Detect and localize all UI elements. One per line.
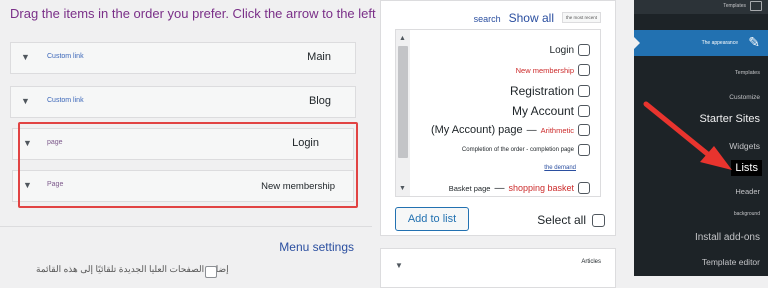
list-item-checkbox[interactable]: [578, 144, 590, 156]
menu-structure-panel: Drag the items in the order you prefer. …: [0, 0, 376, 278]
tab-most-recent[interactable]: the most recent: [561, 12, 601, 23]
scroll-thumb[interactable]: [398, 46, 408, 158]
list-item-extra: Arithmetic: [540, 125, 574, 135]
list-item[interactable]: Registration: [510, 84, 590, 98]
sidebar-item-install-addons[interactable]: Install add-ons: [695, 232, 760, 243]
list-item[interactable]: My Account: [512, 104, 590, 118]
drag-instruction: Drag the items in the order you prefer. …: [10, 6, 376, 21]
list-item-label: Registration: [509, 84, 574, 98]
sidebar-top-label: Templates: [723, 3, 746, 9]
active-caret-icon: [634, 37, 640, 49]
list-item-checkbox[interactable]: [578, 124, 590, 136]
sidebar-item-templates[interactable]: Templates: [735, 70, 760, 76]
select-all-control[interactable]: Select all: [537, 213, 605, 227]
demand-link[interactable]: the demand: [544, 165, 576, 171]
divider: [0, 226, 372, 227]
pages-tabs: search Show all the most recent: [474, 11, 601, 25]
list-item-checkbox[interactable]: [578, 85, 590, 97]
list-item[interactable]: Completion of the order - completion pag…: [462, 144, 590, 156]
folder-icon: [750, 1, 762, 11]
highlight-box: [18, 122, 358, 208]
select-all-checkbox[interactable]: [592, 213, 605, 227]
scroll-down-icon[interactable]: ▼: [399, 185, 406, 192]
select-all-label: Select all: [537, 213, 586, 227]
list-item-checkbox[interactable]: [578, 105, 590, 117]
expand-arrow-icon[interactable]: ▼: [21, 52, 30, 62]
tab-search[interactable]: search: [474, 14, 501, 24]
tab-show-all[interactable]: Show all: [509, 11, 554, 25]
sidebar-item-starter-sites[interactable]: Starter Sites: [699, 113, 760, 125]
list-item[interactable]: (My Account) page — Arithmetic: [431, 124, 590, 136]
list-item[interactable]: New membership: [516, 64, 590, 76]
list-item-separator: —: [526, 124, 537, 136]
scrollbar[interactable]: ▲ ▼: [396, 30, 410, 196]
list-item-extra: shopping basket: [508, 183, 574, 193]
sidebar-item-appearance[interactable]: The appearance ✎: [634, 30, 768, 56]
admin-sidebar: Templates The appearance ✎ Templates Cus…: [634, 0, 768, 276]
list-item-label: (My Account) page: [430, 124, 523, 136]
sidebar-item-widgets[interactable]: Widgets: [729, 141, 760, 151]
menu-item-title: Main: [307, 51, 331, 63]
menu-settings-heading: Menu settings: [279, 240, 354, 254]
list-item-label: My Account: [511, 104, 574, 118]
scroll-up-icon[interactable]: ▲: [399, 35, 406, 42]
sidebar-item-header[interactable]: Header: [735, 187, 760, 196]
menu-item-title: Blog: [308, 95, 331, 107]
menu-item-type: Custom link: [47, 53, 84, 60]
expand-arrow-icon[interactable]: ▼: [21, 96, 30, 106]
paintbrush-icon: ✎: [748, 34, 760, 50]
sidebar-item-templates-top[interactable]: Templates: [634, 0, 768, 14]
add-to-list-button[interactable]: Add to list: [395, 207, 469, 231]
auto-add-pages-checkbox[interactable]: [205, 266, 217, 278]
sidebar-item-background[interactable]: background: [734, 211, 760, 217]
list-item-checkbox[interactable]: [578, 44, 590, 56]
articles-label: Articles: [581, 259, 601, 265]
sidebar-item-lists[interactable]: Lists: [731, 160, 762, 176]
pages-panel: search Show all the most recent ▲ ▼ Logi…: [380, 0, 616, 236]
menu-item[interactable]: ▼ Custom link Blog: [10, 86, 356, 118]
auto-add-pages-label: إضافة الصفحات العليا الجديدة تلقائيًا إل…: [36, 264, 229, 274]
pages-checklist: ▲ ▼ Login New membership Registration My…: [395, 29, 601, 197]
articles-panel[interactable]: ▼ Articles: [380, 248, 616, 288]
list-item-checkbox[interactable]: [578, 182, 590, 194]
sidebar-item-template-editor[interactable]: Template editor: [702, 257, 760, 267]
list-item-label: Login: [549, 44, 574, 56]
menu-item-type: Custom link: [47, 97, 84, 104]
list-item[interactable]: Basket page — shopping basket: [449, 182, 590, 194]
list-item-separator: —: [494, 182, 505, 194]
list-item[interactable]: Login: [550, 44, 590, 56]
expand-arrow-icon[interactable]: ▼: [395, 261, 403, 270]
list-item-label: New membership: [515, 65, 574, 75]
list-item-label: Completion of the order - completion pag…: [461, 147, 574, 153]
sidebar-item-customize[interactable]: Customize: [729, 94, 760, 101]
list-item-label: Basket page: [448, 183, 491, 193]
menu-item[interactable]: ▼ Custom link Main: [10, 42, 356, 74]
list-item-checkbox[interactable]: [578, 64, 590, 76]
sidebar-active-label: The appearance: [701, 40, 738, 46]
